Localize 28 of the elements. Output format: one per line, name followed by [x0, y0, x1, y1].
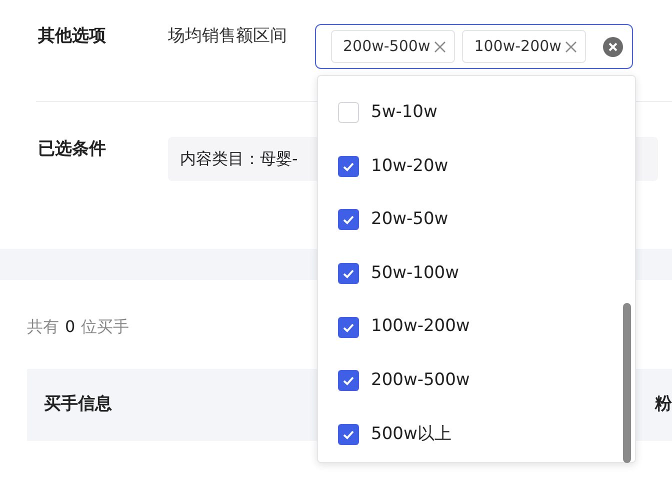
checkbox[interactable] [338, 316, 359, 338]
selected-tag[interactable]: 100w-200w [462, 30, 586, 63]
field-label: 场均销售额区间 [168, 25, 288, 48]
dropdown-option[interactable]: 50w-100w [318, 246, 635, 300]
checkbox[interactable] [338, 156, 359, 177]
close-icon[interactable] [565, 40, 578, 52]
scrollbar-thumb[interactable] [623, 303, 631, 463]
column-header: 买手信息 [44, 393, 112, 416]
checkbox[interactable] [338, 370, 359, 392]
checkbox[interactable] [338, 209, 359, 230]
filter-label: 已选条件 [37, 138, 107, 161]
buyer-count: 0 [65, 316, 76, 338]
summary-text: 位买手 [81, 316, 130, 338]
filter-label: 其他选项 [37, 25, 107, 48]
dropdown-option[interactable]: 5w-10w [318, 86, 635, 140]
clear-icon[interactable] [603, 36, 623, 56]
column-header: 粉 [655, 393, 672, 416]
selected-tag[interactable]: 200w-500w [331, 30, 456, 63]
checkbox[interactable] [338, 102, 359, 124]
checkbox[interactable] [338, 263, 359, 284]
dropdown-option[interactable]: 20w-50w [318, 193, 635, 247]
dropdown-option[interactable]: 100w-200w [318, 300, 635, 354]
dropdown-option[interactable]: 500w以上 [318, 408, 635, 462]
close-icon[interactable] [434, 40, 446, 52]
multi-select-field[interactable]: 200w-500w 100w-200w [315, 24, 633, 69]
summary-text: 共有 [27, 316, 59, 338]
dropdown-option[interactable]: 200w-500w [318, 354, 635, 408]
checkbox[interactable] [338, 424, 359, 445]
